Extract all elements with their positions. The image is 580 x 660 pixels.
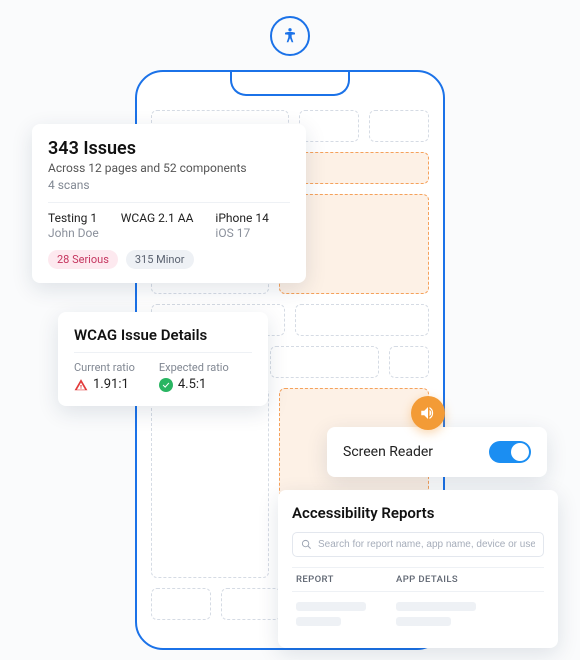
device-notch <box>230 72 350 96</box>
screen-reader-card: Screen Reader <box>327 427 547 477</box>
screen-reader-toggle[interactable] <box>489 441 531 463</box>
issues-title: 343 Issues <box>48 138 290 159</box>
meta-test: Testing 1 John Doe <box>48 211 99 240</box>
wcag-details-card: WCAG Issue Details Current ratio 1.91:1 … <box>58 312 268 406</box>
reports-search-input[interactable] <box>318 539 535 550</box>
reports-table-header: REPORT APP DETAILS <box>292 567 544 592</box>
screen-reader-label: Screen Reader <box>343 444 433 460</box>
badge-serious[interactable]: 28 Serious <box>48 250 118 269</box>
reports-table-body <box>292 592 544 632</box>
issues-subtitle: Across 12 pages and 52 components <box>48 161 290 175</box>
badge-minor[interactable]: 315 Minor <box>126 250 194 269</box>
current-ratio: Current ratio 1.91:1 <box>74 361 135 392</box>
issues-scan-count: 4 scans <box>48 178 290 192</box>
reports-search[interactable] <box>292 532 544 557</box>
expected-ratio: Expected ratio 4.5:1 <box>159 361 229 392</box>
meta-standard: WCAG 2.1 AA <box>121 211 194 240</box>
accessibility-icon <box>270 16 310 56</box>
warning-icon <box>74 378 88 392</box>
check-icon <box>159 378 173 392</box>
audio-icon[interactable] <box>411 396 445 430</box>
search-icon <box>301 539 312 550</box>
col-report: REPORT <box>296 574 396 585</box>
reports-title: Accessibility Reports <box>292 504 544 522</box>
severity-badges: 28 Serious 315 Minor <box>48 250 290 269</box>
issues-summary-card: 343 Issues Across 12 pages and 52 compon… <box>32 124 306 283</box>
reports-card: Accessibility Reports REPORT APP DETAILS <box>278 490 558 648</box>
col-app-details: APP DETAILS <box>396 574 540 585</box>
meta-device: iPhone 14 iOS 17 <box>215 211 268 240</box>
wcag-title: WCAG Issue Details <box>74 326 252 344</box>
issues-meta-row: Testing 1 John Doe WCAG 2.1 AA iPhone 14… <box>48 202 290 240</box>
